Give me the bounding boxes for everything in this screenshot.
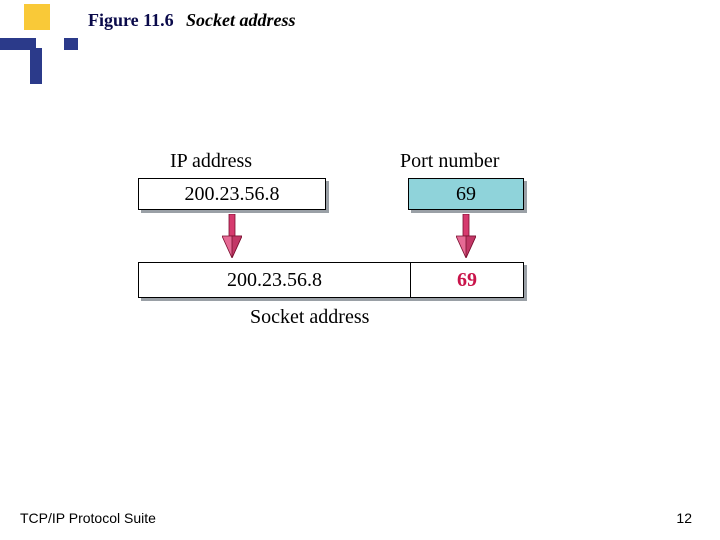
ip-address-box: 200.23.56.8: [138, 178, 326, 210]
socket-address-diagram: IP address Port number 200.23.56.8 69 20…: [130, 150, 590, 380]
port-number-box: 69: [408, 178, 524, 210]
ip-address-label: IP address: [170, 150, 252, 173]
arrow-down-icon: [222, 214, 242, 258]
page-number: 12: [676, 510, 692, 526]
figure-number: Figure 11.6: [88, 10, 174, 31]
header-accent-bar-vertical: [30, 48, 42, 84]
socket-address-box: 200.23.56.8 69: [138, 262, 524, 298]
socket-address-port: 69: [411, 263, 523, 297]
figure-title: Socket address: [186, 10, 296, 31]
footer-source: TCP/IP Protocol Suite: [20, 510, 156, 526]
socket-address-label: Socket address: [250, 306, 369, 329]
arrow-down-icon: [456, 214, 476, 258]
header-accent-square: [24, 4, 50, 30]
socket-address-ip: 200.23.56.8: [139, 263, 411, 297]
port-number-label: Port number: [400, 150, 499, 173]
